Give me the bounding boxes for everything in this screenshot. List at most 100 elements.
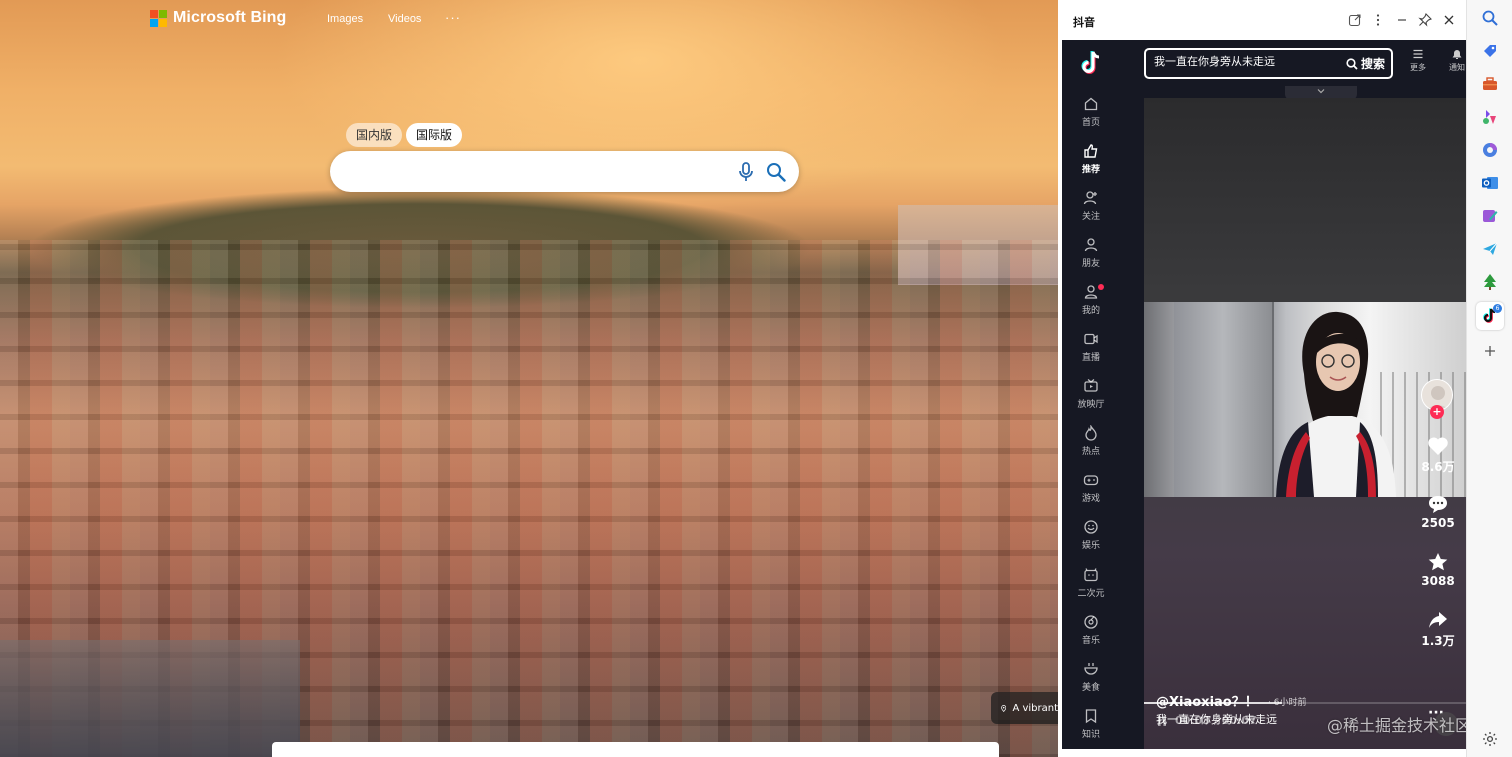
microphone-icon[interactable]	[737, 162, 755, 182]
rail-item-entertainment[interactable]: 娱乐	[1062, 519, 1120, 559]
open-external-icon[interactable]	[1347, 12, 1363, 28]
rail-item-recommend[interactable]: 推荐	[1062, 143, 1120, 183]
rail-item-follow[interactable]: 关注	[1062, 190, 1120, 230]
games-icon[interactable]	[1481, 108, 1499, 126]
douyin-search-input[interactable]	[1154, 55, 1334, 67]
share-button[interactable]: 1.3万	[1419, 610, 1457, 649]
rail-item-label: 音乐	[1081, 636, 1100, 646]
rail-item-mine[interactable]: 我的	[1062, 284, 1120, 324]
tab-international[interactable]: 国际版	[406, 123, 463, 147]
rail-item-games[interactable]: 游戏	[1062, 472, 1120, 512]
friends-icon	[1084, 238, 1098, 252]
rail-item-label: 直播	[1081, 353, 1100, 363]
rail-item-label: 朋友	[1081, 259, 1100, 269]
nav-videos-link[interactable]: Videos	[388, 13, 421, 25]
flame-icon	[1085, 425, 1097, 441]
rail-item-label: 推荐	[1081, 165, 1100, 175]
comment-icon	[1429, 496, 1447, 513]
rail-item-knowledge[interactable]: 知识	[1062, 708, 1120, 748]
anime-icon	[1084, 568, 1098, 582]
gamepad-icon	[1083, 475, 1099, 486]
thumbs-up-icon	[1084, 144, 1098, 158]
rail-item-label: 热点	[1081, 447, 1100, 457]
bing-logo[interactable]: Microsoft Bing	[150, 9, 286, 27]
bell-icon	[1452, 50, 1462, 59]
rail-item-label: 我的	[1081, 306, 1100, 316]
douyin-search-button-label: 搜索	[1360, 57, 1385, 71]
tree-icon[interactable]	[1481, 273, 1499, 291]
rail-item-label: 放映厅	[1077, 400, 1105, 410]
comment-button[interactable]: 2505	[1419, 494, 1457, 530]
settings-icon[interactable]	[1481, 730, 1499, 748]
douyin-logo-icon[interactable]	[1076, 48, 1106, 78]
panel-title: 抖音	[1073, 16, 1095, 29]
edge-sidebar: 6	[1466, 0, 1512, 757]
rail-item-anime[interactable]: 二次元	[1062, 567, 1120, 607]
add-icon[interactable]	[1481, 342, 1499, 360]
tab-domestic[interactable]: 国内版	[346, 123, 403, 147]
more-options-icon[interactable]	[1370, 12, 1386, 28]
douyin-app: 首页 推荐 关注 朋友 我的 直播 放映厅 热点 游戏 娱乐 二次元 音乐 美食…	[1062, 40, 1466, 749]
outlook-icon[interactable]	[1481, 174, 1499, 192]
briefcase-icon[interactable]	[1481, 75, 1499, 93]
more-menu-button[interactable]: 更多	[1403, 48, 1433, 73]
rail-item-home[interactable]: 首页	[1062, 96, 1120, 136]
rail-item-hot[interactable]: 热点	[1062, 425, 1120, 465]
music-icon	[1084, 615, 1098, 629]
rail-item-live[interactable]: 直播	[1062, 331, 1120, 371]
location-pin-icon	[1001, 704, 1007, 712]
bookmark-icon	[1085, 709, 1097, 724]
notifications-label: 通知	[1449, 63, 1465, 72]
bing-homepage: Microsoft Bing Images Videos ··· 国内版 国际版…	[0, 0, 1058, 757]
designer-icon[interactable]	[1481, 207, 1499, 225]
bing-feed-card	[272, 742, 999, 757]
pause-icon[interactable]	[1156, 715, 1168, 727]
nav-images-link[interactable]: Images	[327, 13, 363, 25]
notification-dot	[1098, 284, 1104, 290]
rail-item-food[interactable]: 美食	[1062, 661, 1120, 701]
user-add-icon	[1083, 191, 1097, 205]
favorite-button[interactable]: 3088	[1419, 552, 1457, 588]
rail-item-label: 首页	[1081, 118, 1100, 128]
video-progress-bar[interactable]	[1144, 702, 1466, 704]
microsoft-logo-icon	[150, 9, 167, 27]
bing-search-input[interactable]	[350, 159, 730, 184]
like-button[interactable]: 8.6万	[1419, 436, 1457, 475]
rail-item-music[interactable]: 音乐	[1062, 614, 1120, 654]
follow-plus-button[interactable]: +	[1430, 405, 1444, 419]
share-count: 1.3万	[1421, 634, 1455, 648]
bing-search-box	[330, 151, 799, 192]
search-icon	[1346, 57, 1358, 70]
send-icon[interactable]	[1481, 240, 1499, 258]
microsoft365-icon[interactable]	[1481, 141, 1499, 159]
share-icon	[1429, 612, 1447, 628]
chevron-down-icon	[1317, 89, 1325, 94]
search-icon[interactable]	[766, 162, 786, 182]
nav-more-button[interactable]: ···	[445, 10, 461, 25]
rail-item-friends[interactable]: 朋友	[1062, 237, 1120, 277]
video-person	[1276, 311, 1396, 497]
close-icon[interactable]	[1441, 12, 1457, 28]
rail-item-label: 关注	[1081, 212, 1100, 222]
tag-icon[interactable]	[1481, 42, 1499, 60]
photo-info-button[interactable]: A vibrant	[991, 692, 1058, 724]
video-player[interactable]	[1144, 98, 1466, 749]
profile-icon	[1084, 285, 1098, 299]
region-tabs: 国内版 国际版	[346, 123, 463, 147]
search-icon[interactable]	[1481, 9, 1499, 27]
star-icon	[1428, 553, 1448, 571]
more-menu-label: 更多	[1410, 63, 1426, 72]
douyin-search-box: 搜索	[1144, 48, 1393, 79]
live-icon	[1084, 333, 1098, 345]
rail-item-cinema[interactable]: 放映厅	[1062, 378, 1120, 418]
panel-titlebar: 抖音	[1058, 0, 1466, 40]
minimize-icon[interactable]	[1394, 12, 1410, 28]
douyin-search-button[interactable]: 搜索	[1346, 55, 1385, 72]
video-author[interactable]: @Xiaoxiao？！	[1156, 691, 1258, 710]
rail-item-label: 游戏	[1081, 494, 1100, 504]
food-icon	[1084, 663, 1098, 675]
pin-icon[interactable]	[1417, 12, 1433, 28]
rail-item-label: 二次元	[1077, 589, 1105, 599]
smile-icon	[1084, 520, 1098, 534]
douyin-side-panel: 抖音 首页 推荐 关注 朋友 我的 直播 放映厅 热点 游戏 娱乐 二次元 音乐…	[1058, 0, 1466, 757]
